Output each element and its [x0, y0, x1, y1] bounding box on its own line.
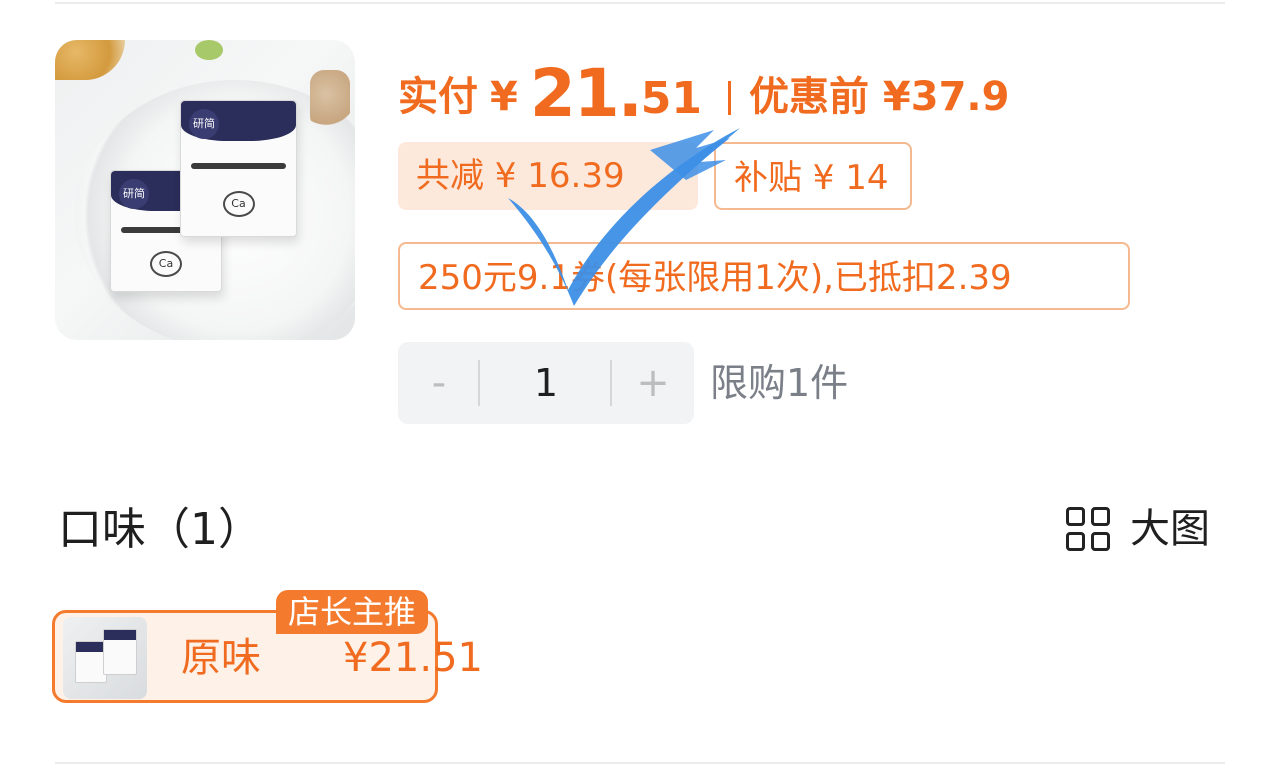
price-decimal: 51: [640, 73, 702, 124]
bottom-divider: [55, 762, 1225, 764]
brand-logo: 研简: [189, 109, 219, 139]
big-image-toggle[interactable]: 大图: [1066, 504, 1210, 554]
flavor-name: 原味: [181, 635, 261, 681]
top-divider: [55, 2, 1225, 4]
flavor-thumbnail: [63, 617, 147, 699]
milk-pack-graphic: 研简 Ca: [180, 100, 297, 237]
ca-badge: Ca: [150, 251, 182, 277]
purchase-limit-text: 限购1件: [710, 361, 849, 405]
quantity-value[interactable]: 1: [480, 342, 612, 424]
total-discount-chip: 共减 ¥ 16.39: [398, 142, 698, 210]
price-row: 实付 ¥ 21. 51 优惠前 ¥37.9: [398, 55, 1009, 135]
price-separator: [728, 81, 731, 115]
brand-logo: 研简: [119, 179, 149, 209]
snack-graphic: [195, 40, 223, 60]
ca-badge: Ca: [222, 191, 255, 217]
pay-label: 实付: [398, 74, 478, 120]
recommend-badge: 店长主推: [276, 590, 429, 634]
grid-icon: [1066, 507, 1110, 551]
price-integer: 21.: [529, 55, 643, 132]
big-image-label: 大图: [1130, 506, 1210, 552]
increase-button[interactable]: +: [612, 342, 694, 424]
currency-symbol: ¥: [490, 74, 518, 120]
flavor-section-title: 口味（1）: [58, 504, 262, 555]
flavor-price: ¥21.51: [343, 635, 483, 681]
subsidy-chip: 补贴 ¥ 14: [714, 142, 912, 210]
product-image[interactable]: 研简 Ca 研简 Ca: [55, 40, 355, 340]
coupon-chip[interactable]: 250元9.1券(每张限用1次),已抵扣2.39: [398, 242, 1130, 310]
snack-graphic: [310, 70, 350, 130]
snack-graphic: [55, 40, 125, 80]
decrease-button[interactable]: -: [398, 342, 480, 424]
quantity-stepper: - 1 +: [398, 342, 694, 424]
original-price: 优惠前 ¥37.9: [749, 74, 1010, 120]
